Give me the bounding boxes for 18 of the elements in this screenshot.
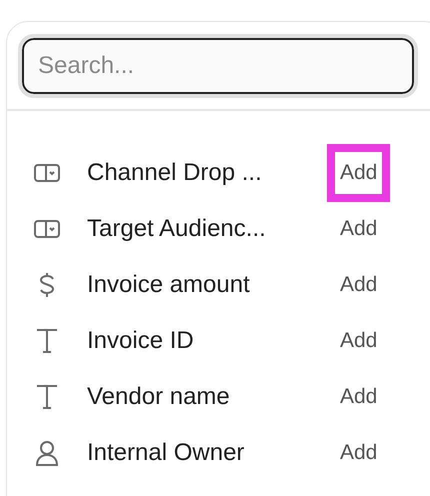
add-button[interactable]: Add: [327, 312, 390, 370]
field-name: Vendor name: [87, 382, 231, 412]
add-button[interactable]: Add: [327, 200, 390, 258]
add-button[interactable]: Add: [327, 144, 390, 202]
text-type-icon: [35, 384, 59, 410]
field-name: Target Audienc...: [87, 214, 267, 244]
add-button[interactable]: Add: [327, 424, 390, 482]
add-button[interactable]: Add: [327, 256, 390, 314]
add-button[interactable]: Add: [327, 368, 390, 426]
field-name: Internal Owner: [87, 438, 246, 468]
dropdown-field-icon: [34, 220, 60, 238]
text-type-icon: [35, 328, 59, 354]
person-icon: [35, 440, 59, 466]
field-name: Invoice ID: [87, 326, 195, 356]
dropdown-field-icon: [34, 164, 60, 182]
field-name: Invoice amount: [87, 270, 251, 300]
field-name: Channel Drop ...: [87, 158, 263, 188]
dollar-icon: [39, 272, 55, 298]
